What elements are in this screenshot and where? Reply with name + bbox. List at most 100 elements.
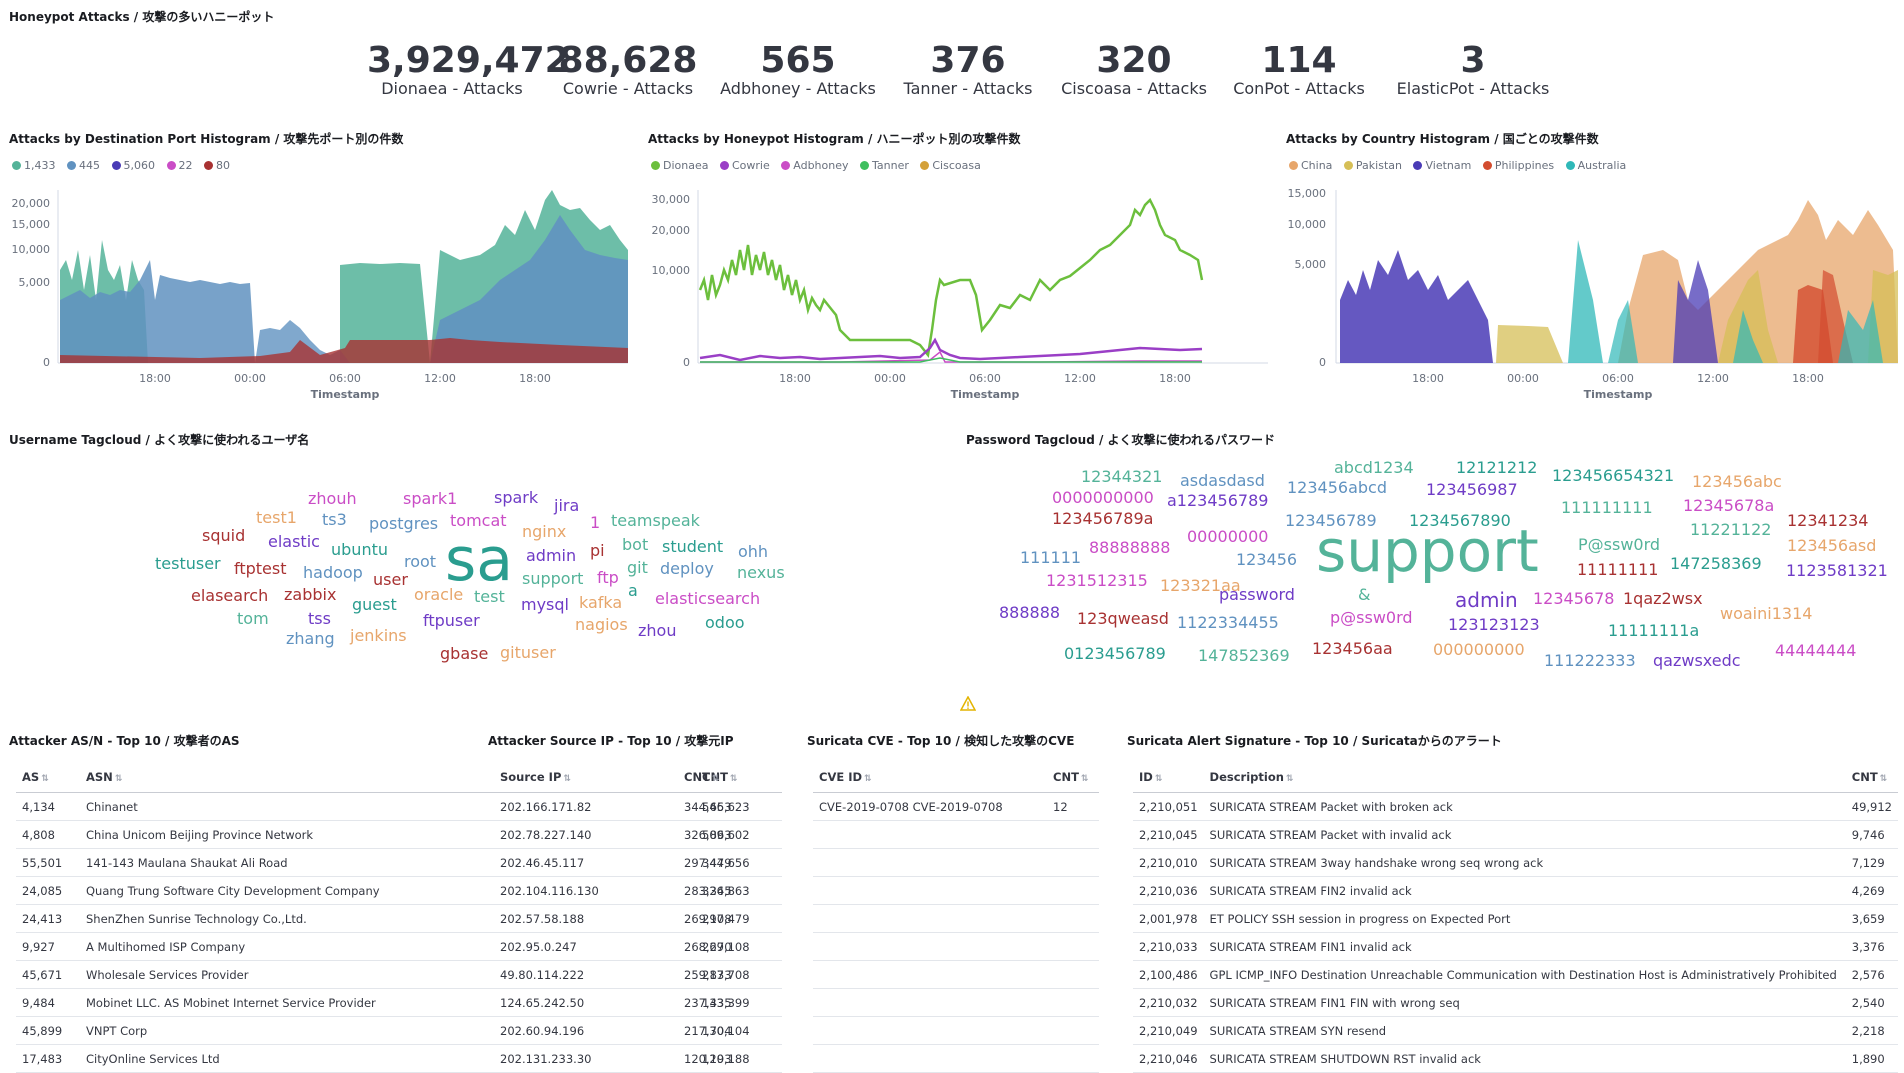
- legend-item[interactable]: Pakistan: [1343, 159, 1402, 172]
- tag[interactable]: asdasdasd: [1180, 473, 1265, 489]
- sort-icon[interactable]: ⇅: [115, 774, 123, 784]
- legend-item[interactable]: Ciscoasa: [920, 159, 981, 172]
- table-cell: 202.60.94.196: [494, 1016, 678, 1045]
- tag[interactable]: 147258369: [1670, 556, 1762, 572]
- sort-icon[interactable]: ⇅: [1286, 774, 1294, 784]
- tag[interactable]: 11111111: [1577, 562, 1658, 578]
- tag[interactable]: 12344321: [1081, 469, 1162, 485]
- country-histogram-chart[interactable]: 15,000 10,000 5,000 0 18:00 00:00 06:00 …: [1278, 180, 1904, 410]
- tag[interactable]: a123456789: [1167, 493, 1268, 509]
- tag[interactable]: 123456abcd: [1287, 480, 1387, 496]
- tag[interactable]: &: [1358, 587, 1370, 603]
- tag[interactable]: 11221122: [1690, 522, 1771, 538]
- tag[interactable]: 111222333: [1544, 653, 1636, 669]
- tag[interactable]: 123456: [1236, 552, 1297, 568]
- tag[interactable]: 123456abc: [1692, 474, 1782, 490]
- column-header[interactable]: Source IP ⇅: [494, 762, 678, 793]
- legend-item[interactable]: 1,433: [12, 159, 56, 172]
- table-cell: 49.80.114.222: [494, 960, 678, 989]
- legend-item[interactable]: Dionaea: [651, 159, 708, 172]
- sort-icon[interactable]: ⇅: [1155, 774, 1163, 784]
- sort-icon[interactable]: ⇅: [41, 774, 49, 784]
- tag[interactable]: 1123581321: [1786, 563, 1888, 579]
- table-cell: 2,210,051: [1133, 792, 1204, 821]
- table-cell: SURICATA STREAM FIN2 invalid ack: [1203, 876, 1846, 905]
- tag[interactable]: 000000000: [1433, 642, 1525, 658]
- port-histogram-legend[interactable]: 1,433 445 5,060 22 80: [12, 159, 238, 172]
- tag[interactable]: woaini1314: [1720, 606, 1812, 622]
- tag[interactable]: 123456789: [1285, 513, 1377, 529]
- tag[interactable]: 123456asd: [1787, 538, 1876, 554]
- column-header[interactable]: CNT ⇅: [1047, 762, 1099, 793]
- tag[interactable]: qazwsxedc: [1653, 653, 1741, 669]
- column-header[interactable]: CNT ⇅: [678, 762, 780, 793]
- tag[interactable]: 12121212: [1456, 460, 1537, 476]
- legend-item[interactable]: Australia: [1565, 159, 1626, 172]
- legend-item[interactable]: Adbhoney: [781, 159, 849, 172]
- table-row: 2,210,045 SURICATA STREAM Packet with inv…: [1133, 820, 1898, 849]
- tag[interactable]: 1231512315: [1046, 573, 1148, 589]
- table-cell: 202.46.45.117: [494, 848, 678, 877]
- column-header[interactable]: CVE ID ⇅: [813, 762, 1047, 793]
- table-row: [813, 876, 1099, 905]
- sort-icon[interactable]: ⇅: [712, 774, 720, 784]
- tag[interactable]: 12345678a: [1683, 498, 1774, 514]
- tag[interactable]: p@ssw0rd: [1330, 610, 1413, 626]
- tag[interactable]: 123456654321: [1552, 468, 1674, 484]
- table-cell: [813, 932, 1047, 961]
- column-header[interactable]: CNT ⇅: [1845, 762, 1898, 793]
- tag[interactable]: 1234567890: [1409, 513, 1511, 529]
- tag[interactable]: 123456987: [1426, 482, 1518, 498]
- tag[interactable]: 12341234: [1787, 513, 1868, 529]
- legend-item[interactable]: Philippines: [1482, 159, 1554, 172]
- tag[interactable]: 0000000000: [1052, 490, 1154, 506]
- tag[interactable]: 111111: [1020, 550, 1081, 566]
- tag[interactable]: 11111111a: [1608, 623, 1699, 639]
- sort-icon[interactable]: ⇅: [864, 774, 872, 784]
- table-cell: SURICATA STREAM FIN1 FIN with wrong seq: [1203, 988, 1846, 1017]
- sort-icon[interactable]: ⇅: [1081, 774, 1089, 784]
- legend-item[interactable]: 80: [204, 159, 230, 172]
- warning-icon[interactable]: [960, 696, 976, 712]
- honeypot-histogram-legend[interactable]: Dionaea Cowrie Adbhoney Tanner Ciscoasa: [651, 159, 989, 172]
- tag[interactable]: 123qweasd: [1077, 611, 1169, 627]
- tag[interactable]: P@ssw0rd: [1578, 537, 1660, 553]
- port-histogram-chart[interactable]: 20,000 15,000 10,000 5,000 0 18:00 00:00…: [0, 180, 640, 410]
- legend-item[interactable]: 445: [67, 159, 100, 172]
- sort-icon[interactable]: ⇅: [1880, 774, 1888, 784]
- tag[interactable]: 123123123: [1448, 617, 1540, 633]
- tag[interactable]: abcd1234: [1334, 460, 1414, 476]
- tag[interactable]: 888888: [999, 605, 1060, 621]
- tag[interactable]: 88888888: [1089, 540, 1170, 556]
- legend-item[interactable]: Tanner: [860, 159, 909, 172]
- country-histogram-legend[interactable]: China Pakistan Vietnam Philippines Austr…: [1289, 159, 1634, 172]
- legend-item[interactable]: 5,060: [111, 159, 155, 172]
- tag[interactable]: 1122334455: [1177, 615, 1279, 631]
- tag[interactable]: 00000000: [1187, 529, 1268, 545]
- tag[interactable]: 111111111: [1561, 500, 1653, 516]
- tag[interactable]: 123456aa: [1312, 641, 1393, 657]
- tag[interactable]: 44444444: [1775, 643, 1856, 659]
- honeypot-histogram-chart[interactable]: 30,000 20,000 10,000 0 18:00 00:00 06:00…: [640, 180, 1280, 410]
- tag[interactable]: support: [1316, 522, 1539, 580]
- legend-item[interactable]: Vietnam: [1413, 159, 1471, 172]
- tag[interactable]: 1qaz2wsx: [1623, 591, 1703, 607]
- tag[interactable]: 0123456789: [1064, 646, 1166, 662]
- tag[interactable]: 12345678: [1533, 591, 1614, 607]
- column-header[interactable]: Description ⇅: [1203, 762, 1846, 793]
- password-tagcloud: support abcd1234 12121212 12344321 asdas…: [0, 460, 1904, 680]
- sort-icon[interactable]: ⇅: [563, 774, 571, 784]
- table-cell: 2,001,978: [1133, 904, 1204, 933]
- table-row: 2,001,978 ET POLICY SSH session in progre…: [1133, 904, 1898, 933]
- tag[interactable]: admin: [1455, 590, 1518, 610]
- table-cell: CVE-2019-0708 CVE-2019-0708: [813, 792, 1047, 821]
- legend-item[interactable]: 22: [166, 159, 193, 172]
- column-header[interactable]: AS ⇅: [16, 762, 80, 793]
- asn-table-title: Attacker AS/N - Top 10 / 攻撃者のAS: [9, 734, 240, 748]
- tag[interactable]: 123456789a: [1052, 511, 1153, 527]
- tag[interactable]: 147852369: [1198, 648, 1290, 664]
- column-header[interactable]: ID ⇅: [1133, 762, 1204, 793]
- legend-item[interactable]: Cowrie: [719, 159, 770, 172]
- tag[interactable]: password: [1219, 587, 1295, 603]
- legend-item[interactable]: China: [1289, 159, 1332, 172]
